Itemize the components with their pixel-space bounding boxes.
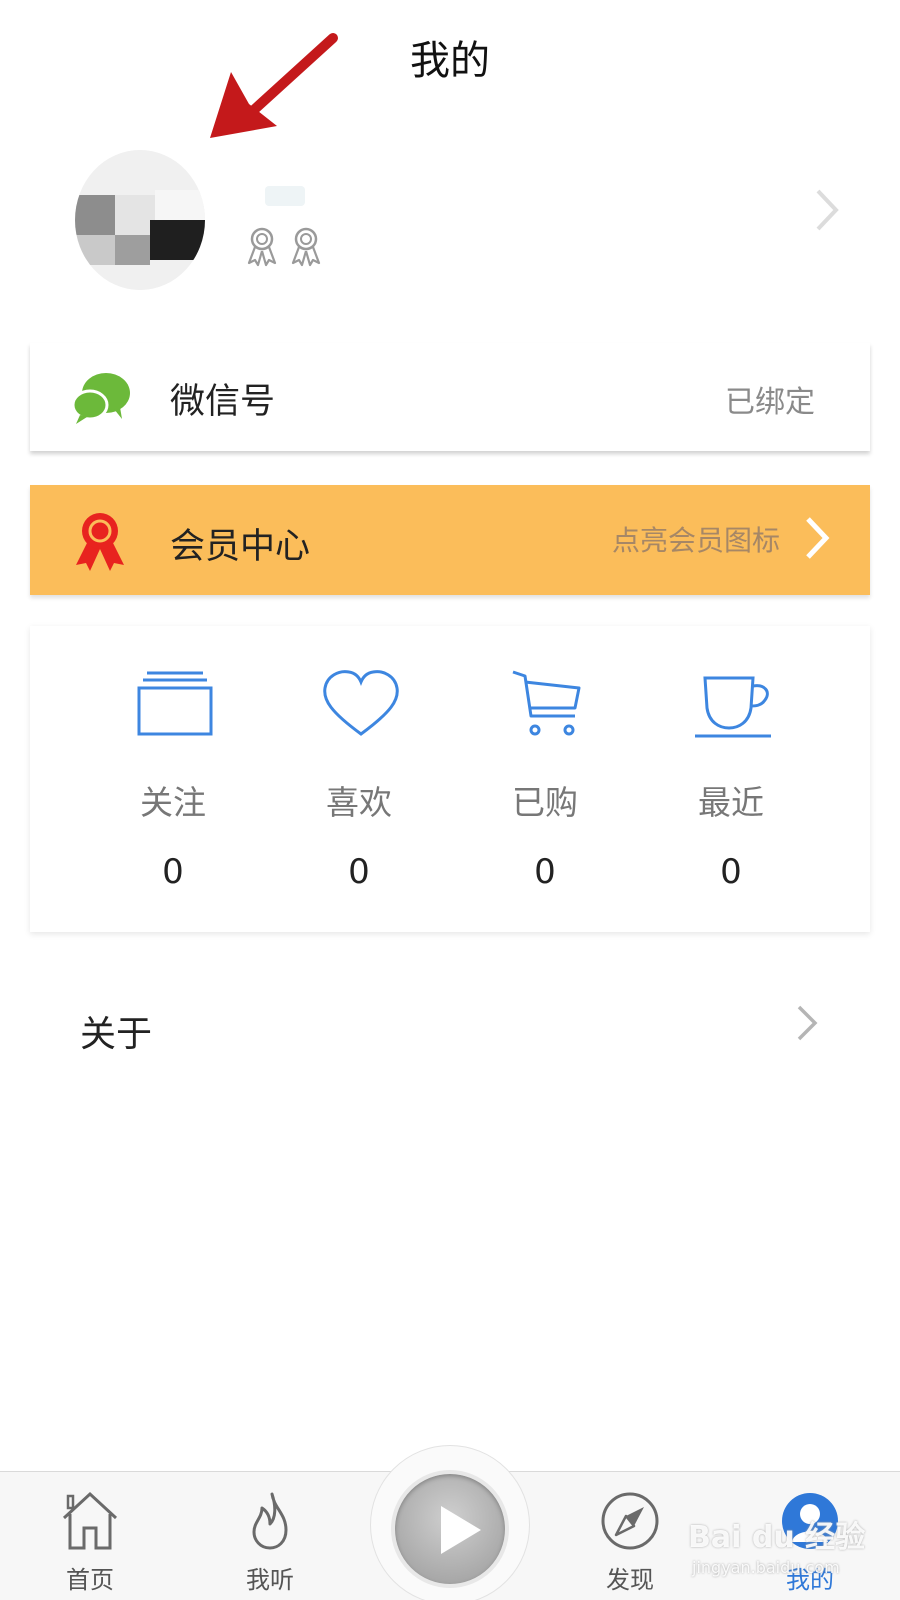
wechat-row[interactable]: 微信号 已绑定 [30, 343, 870, 451]
chevron-right-icon [806, 517, 830, 559]
about-label: 关于 [80, 1014, 153, 1055]
about-row[interactable]: 关于 [0, 985, 900, 1065]
username-text [265, 186, 305, 206]
annotation-arrow [210, 33, 338, 138]
vip-hint: 点亮会员图标 [611, 524, 780, 557]
stat-label: 最近 [698, 783, 764, 822]
chevron-right-icon [816, 189, 839, 231]
stat-label: 已购 [512, 783, 578, 822]
folder-icon [137, 671, 213, 736]
medal-icon [291, 227, 321, 267]
watermark-brand: Bai du 经验 [688, 1520, 866, 1555]
cup-icon [695, 676, 771, 738]
stat-purchased[interactable]: 已购 0 [452, 626, 638, 932]
stat-label: 喜欢 [326, 783, 392, 822]
vip-center-row[interactable]: 会员中心 点亮会员图标 [30, 485, 870, 595]
heart-icon [323, 670, 399, 736]
ribbon-medal-icon [76, 513, 124, 571]
tab-label: 我听 [246, 1566, 294, 1594]
stat-recent[interactable]: 最近 0 [638, 626, 824, 932]
stat-count: 0 [720, 852, 742, 892]
stat-count: 0 [534, 852, 556, 892]
tab-label: 发现 [606, 1566, 654, 1594]
chevron-right-icon [797, 1005, 818, 1041]
play-button[interactable] [391, 1470, 509, 1588]
home-icon [62, 1491, 118, 1550]
tab-label: 首页 [66, 1566, 114, 1594]
wechat-status: 已绑定 [725, 385, 815, 420]
vip-label: 会员中心 [170, 527, 311, 567]
page-title: 我的 [410, 38, 490, 84]
wechat-label: 微信号 [170, 382, 276, 422]
stat-label: 关注 [140, 783, 206, 822]
tab-listen[interactable]: 我听 [210, 1472, 330, 1600]
watermark-url: jingyan.baidu.com [692, 1558, 840, 1577]
tab-home[interactable]: 首页 [30, 1472, 150, 1600]
tab-discover[interactable]: 发现 [570, 1472, 690, 1600]
wechat-icon [71, 373, 130, 424]
flame-icon [252, 1492, 288, 1550]
watermark: Bai du 经验 jingyan.baidu.com [688, 1512, 900, 1592]
medal-icon [247, 227, 277, 267]
profile-section[interactable] [0, 140, 900, 310]
play-button-container [370, 1445, 530, 1600]
stat-like[interactable]: 喜欢 0 [266, 626, 452, 932]
stat-count: 0 [348, 852, 370, 892]
stat-count: 0 [162, 852, 184, 892]
stats-card: 关注 0 喜欢 0 已购 0 最近 0 [30, 626, 870, 932]
cart-icon [512, 670, 581, 736]
avatar[interactable] [75, 150, 205, 290]
play-icon [441, 1506, 481, 1554]
compass-icon [601, 1492, 659, 1550]
stat-follow[interactable]: 关注 0 [80, 626, 266, 932]
medal-list [243, 225, 325, 267]
